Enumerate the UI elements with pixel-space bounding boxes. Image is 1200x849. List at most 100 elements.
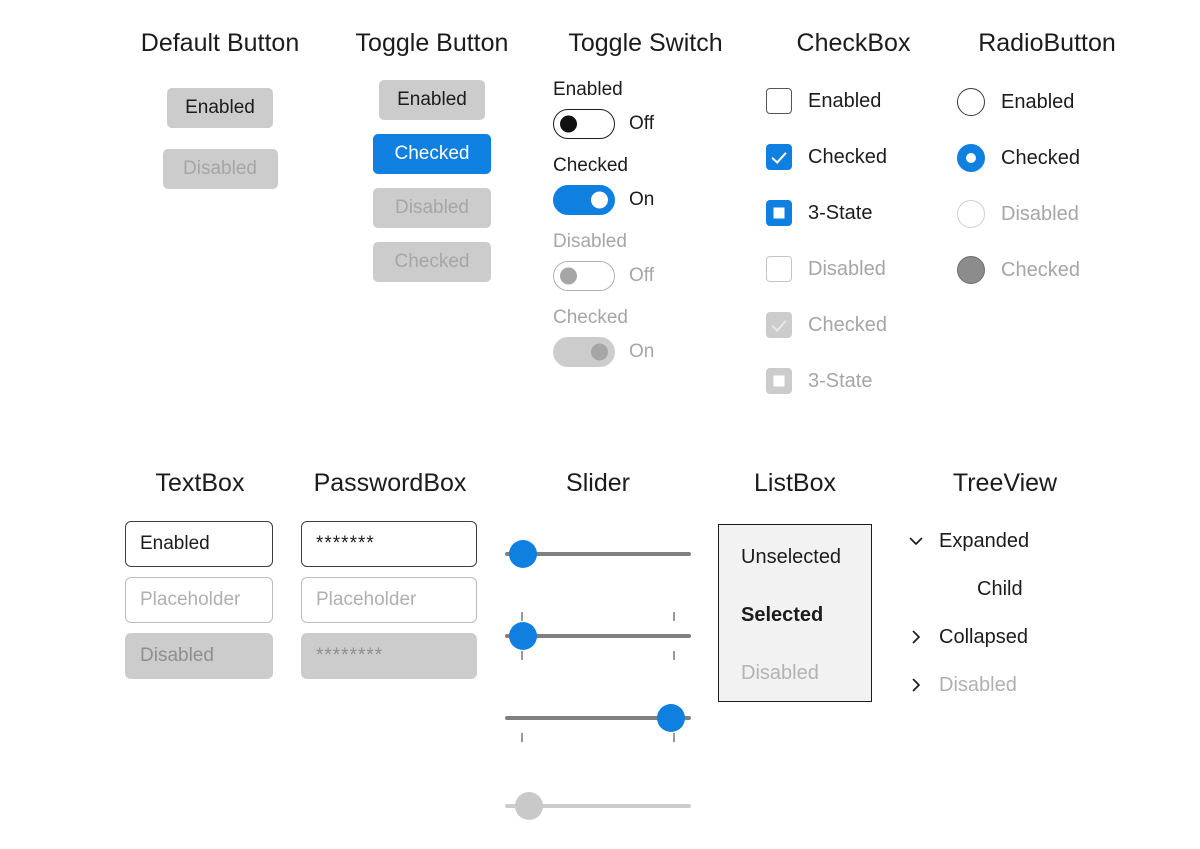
radio-row-enabled[interactable]: Enabled [957, 88, 1137, 116]
checkbox-icon[interactable] [766, 88, 792, 114]
checkbox-row-3state-disabled: 3-State [766, 368, 941, 394]
radio-label: Checked [1001, 146, 1080, 169]
column-radiobutton: RadioButton Enabled Checked Disabled Che… [957, 28, 1137, 284]
checkbox-row-checked[interactable]: Checked [766, 144, 941, 170]
checkbox-checked-icon[interactable] [766, 144, 792, 170]
radio-label: Disabled [1001, 202, 1079, 225]
treeview-node-disabled: Disabled [905, 670, 1105, 700]
radio-icon [957, 200, 985, 228]
listbox-item-disabled: Disabled [741, 662, 819, 684]
listbox-item-selected[interactable]: Selected [741, 603, 871, 627]
toggle-switch-header-checked-disabled: Checked [553, 307, 628, 328]
default-button-enabled[interactable]: Enabled [167, 88, 273, 128]
slider-disabled [505, 784, 691, 828]
column-textbox: TextBox Enabled Placeholder Disabled [125, 468, 275, 679]
slider-thumb [515, 792, 543, 820]
column-title-default-button: Default Button [140, 29, 300, 57]
toggle-switch-state-disabled: Off [629, 265, 654, 286]
column-title-toggle-switch: Toggle Switch [568, 29, 723, 57]
passwordbox-value: ******** [316, 645, 384, 666]
slider-tick [521, 733, 523, 742]
checkbox-checked-icon [766, 312, 792, 338]
column-default-button: Default Button Enabled Disabled [128, 28, 312, 189]
toggle-switch-disabled-off [553, 261, 615, 291]
column-title-listbox: ListBox [754, 469, 836, 497]
toggle-button-checked-disabled: Checked [373, 242, 491, 282]
treeview-label: Collapsed [939, 625, 1028, 648]
column-treeview: TreeView Expanded Child Collapsed Disabl… [905, 468, 1105, 700]
toggle-button-disabled: Disabled [373, 188, 491, 228]
checkbox-label: Enabled [808, 89, 882, 112]
checkbox-label: 3-State [808, 201, 873, 224]
slider-with-ticks[interactable] [505, 612, 691, 660]
checkbox-row-enabled[interactable]: Enabled [766, 88, 941, 114]
switch-knob [591, 191, 608, 209]
toggle-switch-checked-disabled-on [553, 337, 615, 367]
toggle-switch-checked-on[interactable] [553, 185, 615, 215]
treeview-node-expanded[interactable]: Expanded [905, 526, 1105, 556]
toggle-button-checked[interactable]: Checked [373, 134, 491, 174]
treeview-node-child[interactable]: Child [905, 574, 1105, 604]
radio-row-checked-disabled: Checked [957, 256, 1137, 284]
chevron-right-icon [905, 676, 927, 694]
column-title-slider: Slider [566, 469, 630, 497]
slider-thumb[interactable] [509, 622, 537, 650]
textbox-placeholder[interactable]: Placeholder [125, 577, 273, 623]
slider-high-value[interactable] [505, 696, 691, 742]
chevron-right-icon[interactable] [905, 628, 927, 646]
toggle-switch-state-checked: On [629, 189, 655, 210]
switch-knob [560, 267, 577, 285]
radio-label: Checked [1001, 258, 1080, 281]
column-title-radiobutton: RadioButton [978, 29, 1116, 57]
toggle-switch-header-checked: Checked [553, 155, 628, 176]
checkbox-row-checked-disabled: Checked [766, 312, 941, 338]
checkbox-indeterminate-icon [766, 368, 792, 394]
chevron-down-icon[interactable] [905, 532, 927, 550]
treeview-label: Expanded [939, 529, 1030, 552]
passwordbox-placeholder[interactable]: Placeholder [301, 577, 477, 623]
radio-checked-icon[interactable] [957, 144, 985, 172]
toggle-switch-header-enabled: Enabled [553, 79, 623, 100]
textbox-disabled: Disabled [125, 633, 273, 679]
radio-icon[interactable] [957, 88, 985, 116]
slider-tick [521, 612, 523, 621]
column-title-treeview: TreeView [952, 469, 1058, 497]
slider-tick [521, 651, 523, 660]
column-title-textbox: TextBox [155, 469, 245, 497]
treeview-label: Child [977, 577, 1023, 600]
passwordbox-enabled[interactable]: ******* [301, 521, 477, 567]
slider-tick [673, 651, 675, 660]
checkbox-label: Checked [808, 145, 887, 168]
slider-thumb[interactable] [509, 540, 537, 568]
slider-thumb[interactable] [657, 704, 685, 732]
treeview-node-collapsed[interactable]: Collapsed [905, 622, 1105, 652]
column-title-checkbox: CheckBox [796, 29, 911, 57]
slider-no-ticks[interactable] [505, 532, 691, 576]
toggle-switch-state-enabled: Off [629, 113, 654, 134]
checkbox-label: Disabled [808, 257, 886, 280]
toggle-button-enabled[interactable]: Enabled [379, 80, 485, 120]
toggle-switch-enabled-off[interactable] [553, 109, 615, 139]
column-slider: Slider [505, 468, 691, 828]
toggle-switch-state-checked-disabled: On [629, 341, 655, 362]
checkbox-label: 3-State [808, 369, 873, 392]
column-toggle-button: Toggle Button Enabled Checked Disabled C… [342, 28, 522, 282]
radio-row-checked[interactable]: Checked [957, 144, 1137, 172]
switch-knob [591, 343, 608, 361]
column-title-passwordbox: PasswordBox [313, 469, 467, 497]
toggle-switch-header-disabled: Disabled [553, 231, 627, 252]
column-passwordbox: PasswordBox ******* Placeholder ******** [301, 468, 479, 679]
treeview-label: Disabled [939, 673, 1017, 696]
checkbox-row-3state[interactable]: 3-State [766, 200, 941, 226]
column-title-toggle-button: Toggle Button [355, 29, 509, 57]
checkbox-label: Checked [808, 313, 887, 336]
default-button-disabled: Disabled [162, 149, 278, 189]
textbox-enabled[interactable]: Enabled [125, 521, 273, 567]
checkbox-indeterminate-icon[interactable] [766, 200, 792, 226]
checkbox-icon [766, 256, 792, 282]
listbox[interactable]: Unselected Selected Disabled [718, 524, 872, 702]
column-checkbox: CheckBox Enabled Checked 3-State Disable… [766, 28, 941, 394]
listbox-item-unselected[interactable]: Unselected [741, 545, 871, 569]
column-listbox: ListBox Unselected Selected Disabled [718, 468, 872, 702]
radio-label: Enabled [1001, 90, 1075, 113]
